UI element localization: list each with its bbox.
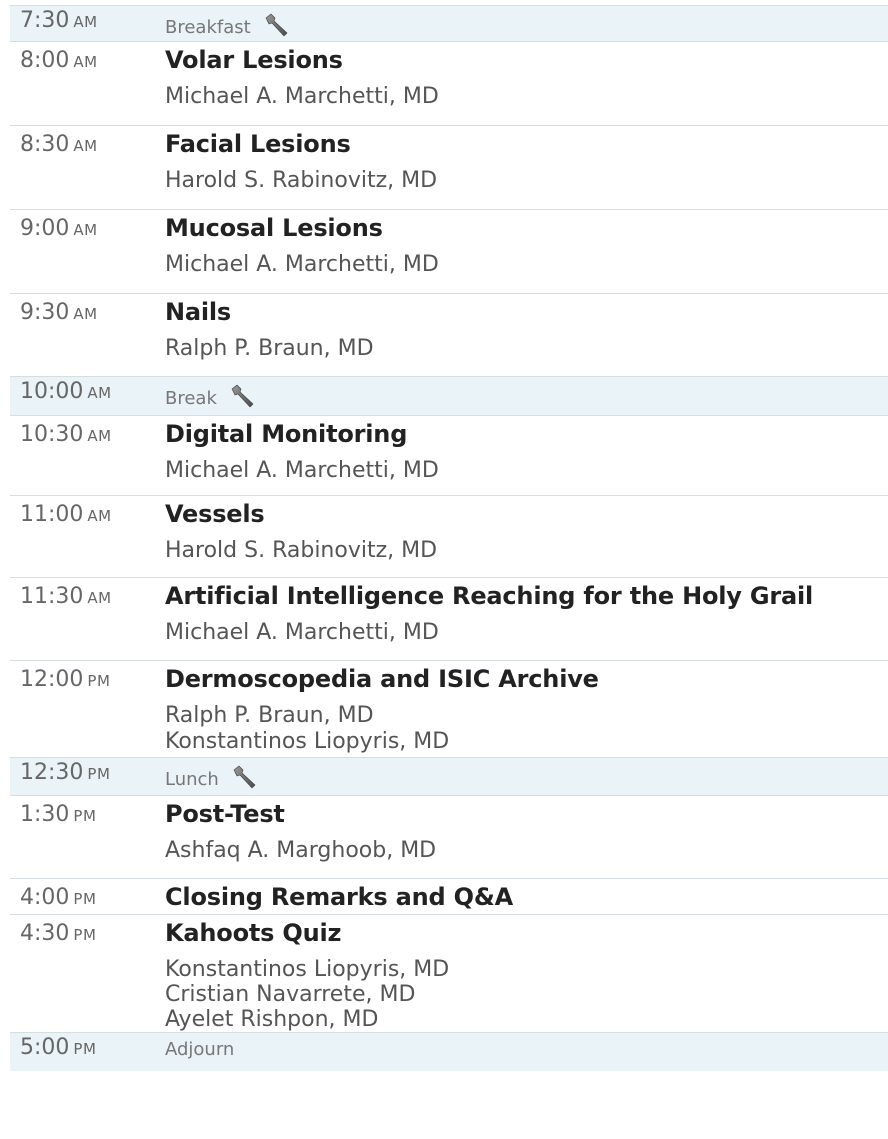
time-label: 1:30 PM: [20, 802, 96, 827]
session-title: Volar Lesions: [165, 46, 343, 74]
row-content: Adjourn: [165, 1039, 888, 1060]
time-label: 9:00 AM: [20, 216, 98, 241]
meridiem: AM: [73, 221, 98, 239]
speaker-name: Harold S. Rabinovitz, MD: [165, 168, 438, 193]
schedule-session-row: 8:30 AM Facial Lesions Harold S. Rabinovitz…: [10, 125, 888, 209]
schedule-session-row: 4:30 PM Kahoots Quiz Konstantinos Liopyris,…: [10, 914, 888, 1032]
speaker-name: Ayelet Rishpon, MD: [165, 1007, 379, 1032]
schedule-session-row: 11:30 AM Artificial Intelligence Reaching …: [10, 577, 888, 660]
meridiem: PM: [73, 890, 97, 908]
meridiem: AM: [87, 589, 112, 607]
meridiem: PM: [87, 672, 111, 690]
schedule-session-row: 12:00 PM Dermoscopedia and ISIC Archive Ral…: [10, 660, 888, 757]
time-value: 5:00: [20, 1035, 70, 1060]
time-value: 4:30: [20, 921, 70, 946]
time-value: 12:00: [20, 667, 84, 692]
time-value: 10:00: [20, 379, 84, 404]
session-title: Dermoscopedia and ISIC Archive: [165, 665, 599, 693]
speaker-name: Michael A. Marchetti, MD: [165, 252, 439, 277]
schedule-break-row: 7:30 AM Breakfast: [10, 5, 888, 41]
time-label: 9:30 AM: [20, 300, 98, 325]
speaker-name: Konstantinos Liopyris, MD: [165, 957, 450, 982]
schedule-break-row: 5:00 PM Adjourn: [10, 1032, 888, 1071]
meridiem: PM: [87, 765, 111, 783]
time-label: 5:00 PM: [20, 1035, 96, 1060]
time-label: 11:30 AM: [20, 584, 112, 609]
row-content: Lunch: [165, 764, 888, 794]
time-value: 11:00: [20, 502, 84, 527]
break-label: Lunch: [165, 768, 219, 790]
meridiem: AM: [87, 384, 112, 402]
speaker-name: Cristian Navarrete, MD: [165, 982, 416, 1007]
meridiem: AM: [73, 13, 98, 31]
session-title: Nails: [165, 298, 232, 326]
schedule-session-row: 8:00 AM Volar Lesions Michael A. Marchetti,…: [10, 41, 888, 125]
wrench-icon: [229, 383, 255, 413]
speaker-name: Ralph P. Braun, MD: [165, 703, 374, 728]
speaker-name: Konstantinos Liopyris, MD: [165, 729, 450, 754]
speaker-name: Harold S. Rabinovitz, MD: [165, 538, 438, 563]
schedule-session-row: 1:30 PM Post-Test Ashfaq A. Marghoob, MD: [10, 795, 888, 878]
time-label: 12:00 PM: [20, 667, 110, 692]
meridiem: AM: [73, 305, 98, 323]
schedule-session-row: 10:30 AM Digital Monitoring Michael A. Marc…: [10, 415, 888, 495]
wrench-icon: [263, 12, 289, 42]
time-value: 12:30: [20, 760, 84, 785]
schedule-session-row: 4:00 PM Closing Remarks and Q&A: [10, 878, 888, 914]
speaker-name: Michael A. Marchetti, MD: [165, 84, 439, 109]
time-label: 8:30 AM: [20, 132, 98, 157]
meridiem: AM: [87, 507, 112, 525]
speaker-name: Ashfaq A. Marghoob, MD: [165, 838, 437, 863]
wrench-icon: [231, 764, 257, 794]
time-value: 7:30: [20, 8, 70, 33]
row-content: Breakfast: [165, 12, 888, 42]
schedule-break-row: 10:00 AM Break: [10, 376, 888, 415]
session-title: Mucosal Lesions: [165, 214, 383, 242]
schedule-session-row: 9:00 AM Mucosal Lesions Michael A. Marchett…: [10, 209, 888, 293]
time-label: 12:30 PM: [20, 760, 110, 785]
session-title: Closing Remarks and Q&A: [165, 883, 513, 911]
meridiem: PM: [73, 807, 97, 825]
session-title: Post-Test: [165, 800, 285, 828]
time-label: 7:30 AM: [20, 8, 98, 33]
speaker-name: Michael A. Marchetti, MD: [165, 458, 439, 483]
time-value: 4:00: [20, 885, 70, 910]
break-label: Break: [165, 387, 217, 409]
session-title: Kahoots Quiz: [165, 919, 342, 947]
schedule-session-row: 11:00 AM Vessels Harold S. Rabinovitz, MD: [10, 495, 888, 577]
time-label: 10:30 AM: [20, 422, 112, 447]
time-label: 11:00 AM: [20, 502, 112, 527]
session-title: Facial Lesions: [165, 130, 351, 158]
break-label: Adjourn: [165, 1039, 235, 1060]
session-title: Vessels: [165, 500, 265, 528]
speaker-name: Michael A. Marchetti, MD: [165, 620, 439, 645]
time-value: 8:30: [20, 132, 70, 157]
time-value: 11:30: [20, 584, 84, 609]
break-label: Breakfast: [165, 16, 251, 38]
time-value: 9:30: [20, 300, 70, 325]
session-title: Artificial Intelligence Reaching for the…: [165, 582, 814, 610]
time-value: 1:30: [20, 802, 70, 827]
time-label: 10:00 AM: [20, 379, 112, 404]
time-value: 10:30: [20, 422, 84, 447]
meridiem: AM: [73, 53, 98, 71]
meridiem: PM: [73, 1040, 97, 1058]
time-label: 4:00 PM: [20, 885, 96, 910]
time-label: 8:00 AM: [20, 48, 98, 73]
meridiem: AM: [73, 137, 98, 155]
time-label: 4:30 PM: [20, 921, 96, 946]
row-content: Break: [165, 383, 888, 413]
time-value: 9:00: [20, 216, 70, 241]
schedule-table: 7:30 AM Breakfast 8:00 AM Volar Lesions Michae…: [10, 5, 888, 1071]
meridiem: PM: [73, 926, 97, 944]
schedule-session-row: 9:30 AM Nails Ralph P. Braun, MD: [10, 293, 888, 376]
schedule-break-row: 12:30 PM Lunch: [10, 757, 888, 795]
time-value: 8:00: [20, 48, 70, 73]
speaker-name: Ralph P. Braun, MD: [165, 336, 374, 361]
session-title: Digital Monitoring: [165, 420, 408, 448]
meridiem: AM: [87, 427, 112, 445]
